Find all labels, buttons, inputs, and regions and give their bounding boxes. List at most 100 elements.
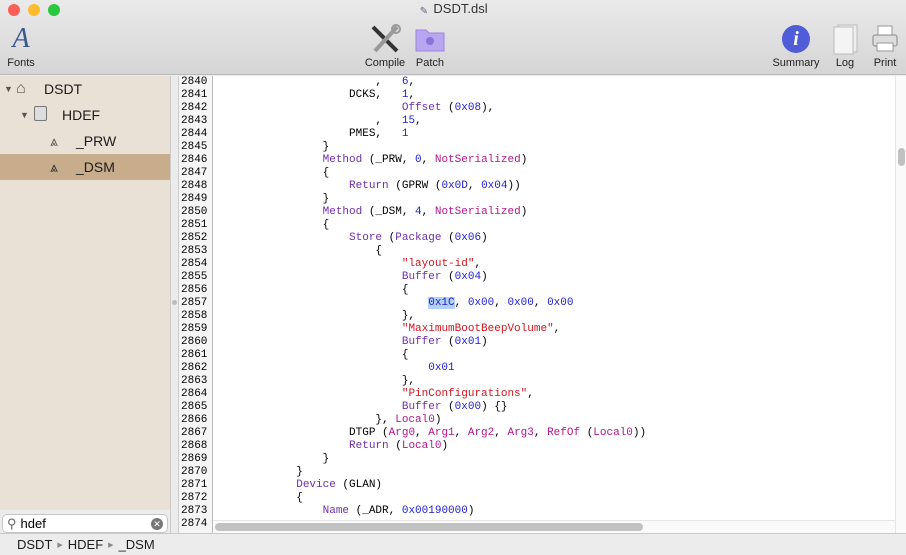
code-token: Buffer: [401, 271, 442, 283]
code-line[interactable]: "MaximumBootBeepVolume",: [217, 323, 895, 336]
tools-icon: [360, 22, 410, 56]
divider-handle-icon[interactable]: [172, 300, 177, 305]
tree-item-dsdt[interactable]: ▼ ⌂ DSDT: [0, 76, 170, 102]
patch-button[interactable]: Patch: [412, 22, 448, 69]
code-line[interactable]: PMES, 1: [217, 128, 895, 141]
code-token: }: [217, 466, 303, 478]
code-line[interactable]: , 15,: [217, 115, 895, 128]
code-token: 0x00: [547, 297, 574, 309]
code-token: Package: [395, 232, 442, 244]
breadcrumb-item[interactable]: HDEF: [68, 537, 103, 552]
code-token: Method: [322, 206, 363, 218]
breadcrumb-separator-icon: ▶: [57, 541, 63, 549]
code-token: {: [217, 284, 409, 296]
code-line[interactable]: }: [217, 193, 895, 206]
code-line[interactable]: Device (GLAN): [217, 479, 895, 492]
line-number: 2864: [181, 388, 208, 400]
line-number: 2855: [181, 271, 208, 283]
compile-button[interactable]: Compile: [360, 22, 410, 69]
code-token: Arg0: [388, 427, 416, 439]
search-field[interactable]: ⚲ ✕: [2, 514, 168, 533]
code-line[interactable]: }, Local0): [217, 414, 895, 427]
code-line[interactable]: Offset (0x08),: [217, 102, 895, 115]
clear-search-icon[interactable]: ✕: [151, 518, 163, 530]
search-input[interactable]: [20, 516, 141, 531]
code-line[interactable]: Name (_ADR, 0x00190000): [217, 505, 895, 518]
code-line[interactable]: DTGP (Arg0, Arg1, Arg2, Arg3, RefOf (Loc…: [217, 427, 895, 440]
code-line[interactable]: {: [217, 284, 895, 297]
code-line[interactable]: }: [217, 466, 895, 479]
code-token: 0x01: [428, 362, 455, 374]
code-line[interactable]: DCKS, 1,: [217, 89, 895, 102]
breadcrumb-item[interactable]: _DSM: [119, 537, 155, 552]
code-token: PMES,: [217, 128, 402, 140]
code-token: ,: [494, 427, 508, 439]
tree-item-dsm[interactable]: ⩓ _DSM: [0, 154, 170, 180]
code-token: Name: [322, 505, 350, 517]
line-number: 2870: [181, 466, 208, 478]
code-line[interactable]: },: [217, 375, 895, 388]
tree-item-prw[interactable]: ⩓ _PRW: [0, 128, 170, 154]
code-token: (_DSM,: [362, 206, 416, 218]
code-line[interactable]: Buffer (0x04): [217, 271, 895, 284]
code-line[interactable]: Buffer (0x00) {}: [217, 401, 895, 414]
log-documents-icon: [830, 22, 860, 56]
code-token: (_ADR,: [349, 505, 402, 517]
print-button[interactable]: Print: [870, 22, 900, 69]
code-line[interactable]: {: [217, 245, 895, 258]
disclosure-triangle-icon[interactable]: ▼: [4, 84, 16, 94]
code-line[interactable]: }: [217, 141, 895, 154]
breadcrumb-item[interactable]: DSDT: [17, 537, 52, 552]
code-line[interactable]: {: [217, 219, 895, 232]
line-number: 2872: [181, 492, 208, 504]
line-number: 2848: [181, 180, 208, 192]
line-number: 2866: [181, 414, 208, 426]
code-line[interactable]: Store (Package (0x06): [217, 232, 895, 245]
code-line[interactable]: {: [217, 167, 895, 180]
code-line[interactable]: {: [217, 492, 895, 505]
line-number: 2846: [181, 154, 208, 166]
line-number: 2852: [181, 232, 208, 244]
vertical-scroll-thumb[interactable]: [898, 148, 905, 166]
horizontal-scrollbar[interactable]: [213, 520, 895, 533]
code-token: "PinConfigurations": [401, 388, 528, 400]
vertical-scrollbar[interactable]: [895, 76, 906, 533]
compile-label: Compile: [364, 57, 406, 69]
code-line[interactable]: Buffer (0x01): [217, 336, 895, 349]
code-line[interactable]: Return (Local0): [217, 440, 895, 453]
code-line[interactable]: {: [217, 349, 895, 362]
code-line[interactable]: Method (_PRW, 0, NotSerialized): [217, 154, 895, 167]
code-line[interactable]: 0x01: [217, 362, 895, 375]
summary-button[interactable]: i Summary: [770, 22, 822, 69]
horizontal-scroll-thumb[interactable]: [215, 523, 643, 531]
tree-item-label: _DSM: [76, 159, 115, 175]
line-number: 2861: [181, 349, 208, 361]
code-line[interactable]: "PinConfigurations",: [217, 388, 895, 401]
code-line[interactable]: Return (GPRW (0x0D, 0x04)): [217, 180, 895, 193]
line-number: 2868: [181, 440, 208, 452]
code-line[interactable]: },: [217, 310, 895, 323]
line-number: 2873: [181, 505, 208, 517]
code-token: "layout-id": [401, 258, 475, 270]
code-token: 0x00: [467, 297, 495, 309]
code-line[interactable]: , 6,: [217, 76, 895, 89]
code-line[interactable]: 0x1C, 0x00, 0x00, 0x00: [217, 297, 895, 310]
line-number: 2849: [181, 193, 208, 205]
code-line[interactable]: }: [217, 453, 895, 466]
code-token: },: [217, 375, 416, 387]
code-line[interactable]: "layout-id",: [217, 258, 895, 271]
fonts-button[interactable]: A Fonts: [4, 22, 38, 69]
line-number: 2859: [181, 323, 208, 335]
log-button[interactable]: Log: [830, 22, 860, 69]
code-line[interactable]: Method (_DSM, 4, NotSerialized): [217, 206, 895, 219]
tree-item-hdef[interactable]: ▼ HDEF: [0, 102, 170, 128]
code-token: 0: [415, 154, 422, 166]
disclosure-triangle-icon[interactable]: ▼: [20, 110, 32, 120]
code-token: Buffer: [401, 401, 442, 413]
split-view-divider[interactable]: [170, 76, 178, 533]
code-token: "MaximumBootBeepVolume": [401, 323, 554, 335]
code-token: 0x08: [454, 102, 482, 114]
code-editor[interactable]: , 6, DCKS, 1, Offset (0x08), , 15, PMES,…: [213, 76, 895, 520]
code-token: ): [441, 440, 449, 452]
